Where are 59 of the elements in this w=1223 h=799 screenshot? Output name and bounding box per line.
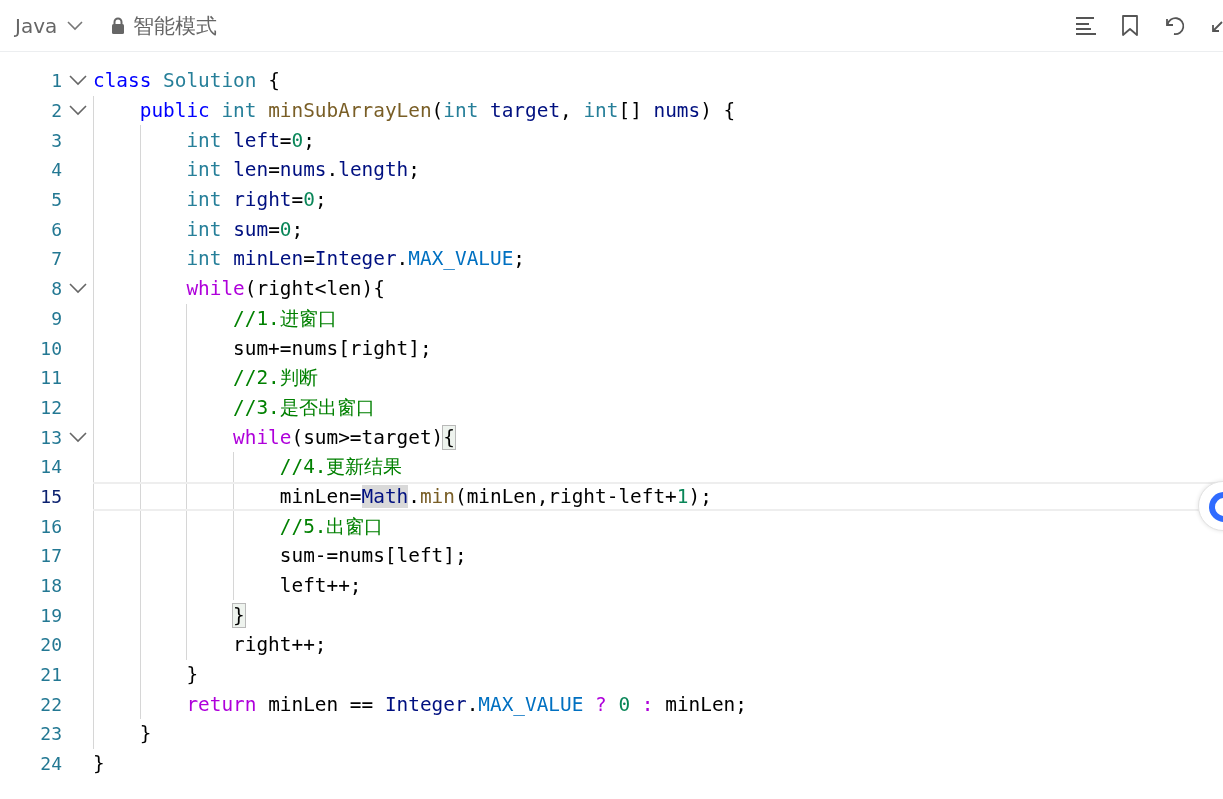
line-number: 9 <box>50 307 62 329</box>
code-line: while(sum>=target){ <box>232 425 455 449</box>
line-number: 24 <box>39 753 62 775</box>
code-line: int right=0; <box>185 188 327 212</box>
line-number: 11 <box>39 367 62 389</box>
code-line: //1.进窗口 <box>232 305 337 332</box>
line-number: 1 <box>50 70 62 92</box>
fold-chevron-icon[interactable] <box>68 75 87 87</box>
code-line: int left=0; <box>185 128 315 152</box>
code-line: int len=nums.length; <box>185 158 420 182</box>
code-line: sum-=nums[left]; <box>278 544 467 568</box>
chevron-down-icon <box>67 20 84 31</box>
line-number: 7 <box>50 248 62 270</box>
code-line: right++; <box>232 633 327 657</box>
line-number: 23 <box>39 723 62 745</box>
fold-chevron-icon[interactable] <box>68 283 87 295</box>
code-line: int sum=0; <box>185 217 304 241</box>
code-line: while(right<len){ <box>185 277 385 301</box>
code-line: } <box>138 722 152 746</box>
line-number: 10 <box>39 337 62 359</box>
code-line: return minLen == Integer.MAX_VALUE ? 0 : minLen; <box>185 692 747 716</box>
line-number: 17 <box>39 545 62 567</box>
code-line: int minLen=Integer.MAX_VALUE; <box>185 247 526 271</box>
line-number: 14 <box>39 456 62 478</box>
mode-label: 智能模式 <box>133 12 218 40</box>
line-number: 16 <box>39 515 62 537</box>
code-line: sum+=nums[right]; <box>232 336 432 360</box>
code-line: //2.判断 <box>232 365 318 392</box>
line-number: 8 <box>50 278 62 300</box>
fold-chevron-icon[interactable] <box>68 431 87 443</box>
line-number: 21 <box>39 664 62 686</box>
code-line: public int minSubArrayLen(int target, int[] nums) { <box>138 99 736 123</box>
lock-icon <box>111 17 126 34</box>
line-number: 20 <box>39 634 62 656</box>
line-number: 4 <box>50 159 62 181</box>
code-line: class Solution { <box>93 69 280 93</box>
line-number: 6 <box>50 218 62 240</box>
line-number: 15 <box>39 485 62 507</box>
code-line: minLen=Math.min(minLen,right-left+1); <box>278 484 712 508</box>
arrow-icon[interactable] <box>1211 18 1223 33</box>
language-dropdown[interactable]: Java <box>15 13 84 38</box>
fold-chevron-icon[interactable] <box>68 105 87 117</box>
bookmark-icon[interactable] <box>1121 14 1139 37</box>
code-line: left++; <box>278 574 362 598</box>
code-line: } <box>93 752 105 776</box>
line-number: 19 <box>39 604 62 626</box>
line-number: 18 <box>39 575 62 597</box>
line-number: 13 <box>39 426 62 448</box>
line-number: 22 <box>39 693 62 715</box>
line-number: 3 <box>50 129 62 151</box>
line-number: 12 <box>39 396 62 418</box>
line-number: 5 <box>50 189 62 211</box>
code-line: //5.出窗口 <box>278 513 384 540</box>
code-line: //4.更新结果 <box>278 454 403 481</box>
line-number: 2 <box>50 100 62 122</box>
align-left-icon[interactable] <box>1075 15 1097 36</box>
code-line: } <box>185 663 199 687</box>
code-line: //3.是否出窗口 <box>232 394 375 421</box>
undo-icon[interactable] <box>1163 14 1185 37</box>
